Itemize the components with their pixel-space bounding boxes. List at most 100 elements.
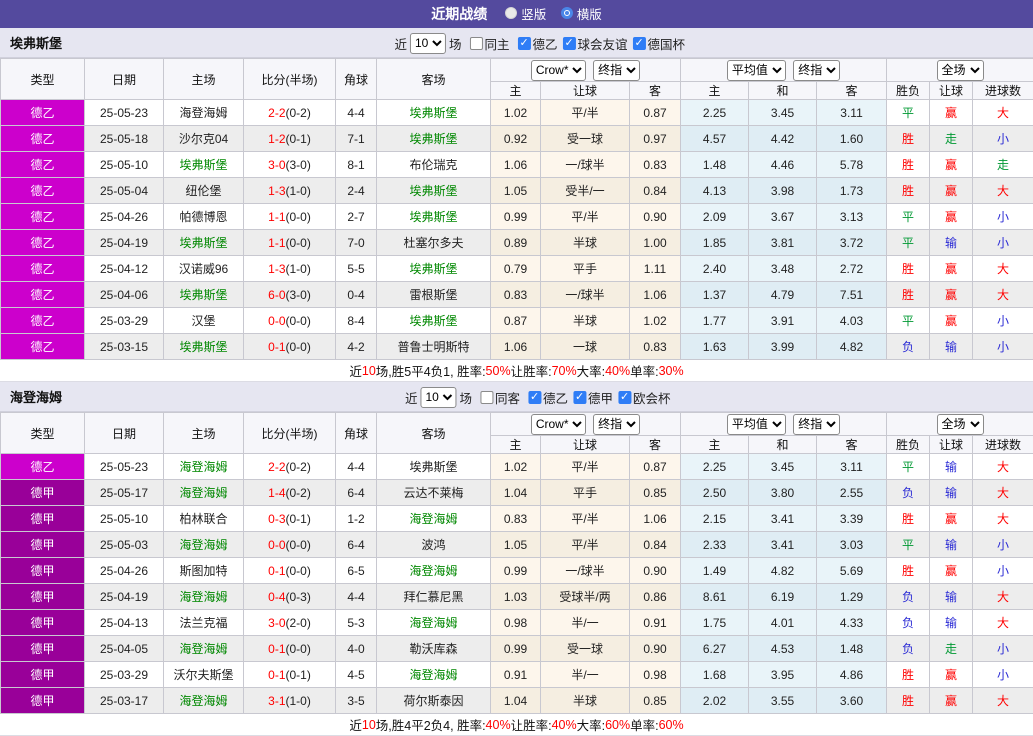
recent-games-select[interactable]: 10: [420, 387, 456, 408]
result-handicap: 走: [930, 126, 973, 152]
match-row: 德乙25-05-23海登海姆2-2(0-2)4-4埃弗斯堡1.02平/半0.87…: [1, 454, 1033, 480]
match-date: 25-05-23: [85, 454, 164, 480]
layout-radio-vertical[interactable]: 竖版: [505, 4, 546, 23]
league-badge: 德乙: [1, 334, 85, 360]
score: 2-2(0-2): [244, 454, 336, 480]
same-venue-checkbox[interactable]: [469, 37, 482, 50]
recent-games-select[interactable]: 10: [410, 33, 446, 54]
summary-segment: 50%: [486, 364, 511, 378]
league-filter[interactable]: 德国杯: [633, 34, 686, 53]
result-wdl: 负: [887, 610, 930, 636]
handicap-away-odds: 0.83: [630, 334, 681, 360]
home-team: 汉诺威96: [164, 256, 244, 282]
same-venue-checkbox[interactable]: [480, 391, 493, 404]
home-team: 沙尔克04: [164, 126, 244, 152]
league-checkbox[interactable]: [633, 37, 646, 50]
sub-header-wdl: 胜负: [887, 436, 930, 454]
handicap-line: 平/半: [541, 204, 630, 230]
avg-away-odds: 4.33: [817, 610, 887, 636]
col-header-type: 类型: [1, 413, 85, 454]
match-row: 德甲25-03-29沃尔夫斯堡0-1(0-1)4-5海登海姆0.91半/一0.9…: [1, 662, 1033, 688]
average-select[interactable]: 平均值: [727, 414, 786, 435]
home-team: 海登海姆: [164, 454, 244, 480]
avg-away-odds: 3.13: [817, 204, 887, 230]
avg-away-odds: 2.72: [817, 256, 887, 282]
col-header-corner: 角球: [336, 413, 377, 454]
same-venue-filter[interactable]: 同主: [469, 34, 509, 53]
summary-segment: 让胜率:: [511, 715, 552, 734]
score: 1-3(1-0): [244, 256, 336, 282]
corners: 4-4: [336, 584, 377, 610]
handicap-home-odds: 0.83: [491, 506, 541, 532]
sub-header-handicap-result: 让球: [930, 436, 973, 454]
league-filter[interactable]: 欧会杯: [618, 388, 671, 407]
league-filter[interactable]: 德乙: [517, 34, 557, 53]
league-checkbox[interactable]: [563, 37, 576, 50]
radio-horizontal-icon[interactable]: [561, 7, 573, 19]
league-filter[interactable]: 德乙: [528, 388, 568, 407]
average-stage-select[interactable]: 终指: [793, 414, 840, 435]
match-date: 25-04-26: [85, 558, 164, 584]
result-goals: 小: [973, 558, 1033, 584]
corners: 3-5: [336, 688, 377, 714]
avg-draw-odds: 3.95: [749, 662, 817, 688]
league-checkbox[interactable]: [573, 391, 586, 404]
league-filters: 德乙 球会友谊德国杯: [512, 34, 685, 53]
league-label: 球会友谊: [578, 34, 628, 53]
away-team: 拜仁慕尼黑: [377, 584, 491, 610]
corners: 7-0: [336, 230, 377, 256]
layout-radio-horizontal[interactable]: 横版: [561, 4, 602, 23]
match-row: 德甲25-04-26斯图加特0-1(0-0)6-5海登海姆0.99一/球半0.9…: [1, 558, 1033, 584]
avg-home-odds: 2.09: [681, 204, 749, 230]
handicap-line: 半/一: [541, 610, 630, 636]
result-wdl: 胜: [887, 506, 930, 532]
sub-header-home-odds: 主: [491, 82, 541, 100]
bookmaker-select[interactable]: Crow*: [531, 414, 586, 435]
same-venue-filter[interactable]: 同客: [480, 388, 520, 407]
league-filter[interactable]: 德甲: [573, 388, 613, 407]
handicap-away-odds: 1.11: [630, 256, 681, 282]
handicap-home-odds: 1.02: [491, 454, 541, 480]
handicap-away-odds: 0.84: [630, 178, 681, 204]
avg-home-odds: 4.13: [681, 178, 749, 204]
home-team: 海登海姆: [164, 688, 244, 714]
avg-draw-odds: 3.41: [749, 506, 817, 532]
sub-header-goals: 进球数: [973, 436, 1033, 454]
summary-segment: 10: [362, 718, 376, 732]
handicap-away-odds: 0.91: [630, 610, 681, 636]
handicap-stage-select[interactable]: 终指: [593, 414, 640, 435]
league-filter[interactable]: 球会友谊: [563, 34, 628, 53]
games-suffix-label: 场: [459, 388, 472, 407]
handicap-home-odds: 0.83: [491, 282, 541, 308]
league-checkbox[interactable]: [517, 37, 530, 50]
result-goals: 小: [973, 636, 1033, 662]
league-checkbox[interactable]: [618, 391, 631, 404]
away-team: 埃弗斯堡: [377, 256, 491, 282]
handicap-line: 一/球半: [541, 282, 630, 308]
bookmaker-select[interactable]: Crow*: [531, 60, 586, 81]
match-row: 德乙25-03-15埃弗斯堡0-1(0-0)4-2普鲁士明斯特1.06一球0.8…: [1, 334, 1033, 360]
average-select[interactable]: 平均值: [727, 60, 786, 81]
league-checkbox[interactable]: [528, 391, 541, 404]
summary-segment: 大率:: [577, 715, 605, 734]
away-team: 普鲁士明斯特: [377, 334, 491, 360]
matches-body: 德乙25-05-23海登海姆2-2(0-2)4-4埃弗斯堡1.02平/半0.87…: [1, 454, 1033, 714]
corners: 6-4: [336, 532, 377, 558]
result-goals: 大: [973, 610, 1033, 636]
avg-away-odds: 3.11: [817, 100, 887, 126]
handicap-home-odds: 0.79: [491, 256, 541, 282]
result-wdl: 胜: [887, 282, 930, 308]
summary-segment: 大率:: [577, 361, 605, 380]
average-stage-select[interactable]: 终指: [793, 60, 840, 81]
away-team: 埃弗斯堡: [377, 100, 491, 126]
radio-vertical-icon[interactable]: [505, 7, 517, 19]
handicap-stage-select[interactable]: 终指: [593, 60, 640, 81]
scope-select[interactable]: 全场: [937, 60, 984, 81]
league-label: 德甲: [588, 388, 613, 407]
scope-select[interactable]: 全场: [937, 414, 984, 435]
home-team: 斯图加特: [164, 558, 244, 584]
match-row: 德甲25-05-17海登海姆1-4(0-2)6-4云达不莱梅1.04平手0.85…: [1, 480, 1033, 506]
result-goals: 大: [973, 688, 1033, 714]
avg-home-odds: 1.48: [681, 152, 749, 178]
avg-draw-odds: 3.45: [749, 454, 817, 480]
